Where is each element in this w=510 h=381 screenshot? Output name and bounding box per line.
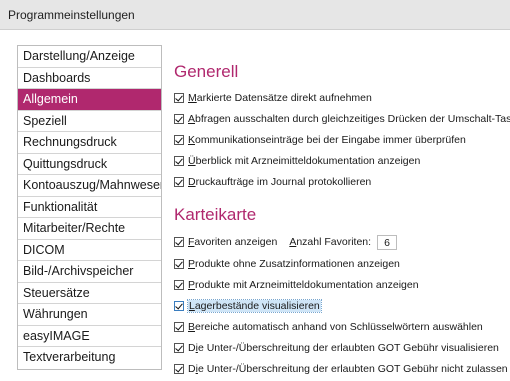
- sidebar-item-speziell[interactable]: Speziell: [18, 111, 161, 132]
- option-label: Kommunikationseinträge bei der Eingabe i…: [188, 134, 466, 146]
- checkbox-checked[interactable]: [174, 322, 184, 332]
- sidebar-item-darstellung-anzeige[interactable]: Darstellung/Anzeige: [18, 46, 161, 68]
- option-label: Bereiche automatisch anhand von Schlüsse…: [188, 321, 483, 333]
- option-label: Favoriten anzeigen: [188, 236, 278, 248]
- sidebar-item-steuersaetze[interactable]: Steuersätze: [18, 283, 161, 304]
- option-favoriten-anzeigen[interactable]: Favoriten anzeigen Anzahl Favoriten: 6: [174, 234, 398, 250]
- option-label: Produkte mit Arzneimitteldokumentation a…: [188, 279, 419, 291]
- option-label: Markierte Datensätze direkt aufnehmen: [188, 92, 372, 104]
- checkbox-checked[interactable]: [174, 114, 184, 124]
- option-label: Druckaufträge im Journal protokollieren: [188, 176, 372, 188]
- option-label: Überblick mit Arzneimitteldokumentation …: [188, 155, 421, 167]
- window-title: Programmeinstellungen: [8, 8, 135, 22]
- sidebar-item-dicom[interactable]: DICOM: [18, 240, 161, 261]
- option-lagerbestaende-visualisieren[interactable]: Lagerbestände visualisieren: [174, 298, 322, 314]
- checkbox-checked[interactable]: [174, 237, 184, 247]
- settings-panel: Generell Markierte Datensätze direkt auf…: [162, 45, 510, 381]
- checkbox-checked[interactable]: [174, 135, 184, 145]
- settings-category-list: Darstellung/Anzeige Dashboards Allgemein…: [17, 45, 162, 370]
- option-produkte-ohne-zusatzinfo[interactable]: Produkte ohne Zusatzinformationen anzeig…: [174, 256, 400, 272]
- section-title-karteikarte: Karteikarte: [174, 205, 257, 224]
- option-ueberblick-arzneimittel[interactable]: Überblick mit Arzneimitteldokumentation …: [174, 153, 420, 169]
- option-kommunikationseintraege[interactable]: Kommunikationseinträge bei der Eingabe i…: [174, 132, 466, 148]
- option-got-nicht-zulassen[interactable]: Die Unter-/Überschreitung der erlaubten …: [174, 361, 508, 377]
- option-label: Lagerbestände visualisieren: [187, 299, 322, 313]
- sidebar-item-kontoauszug-mahnwesen[interactable]: Kontoauszug/Mahnwesen: [18, 175, 161, 197]
- option-markierte-datensaetze[interactable]: Markierte Datensätze direkt aufnehmen: [174, 90, 372, 106]
- checkbox-checked[interactable]: [174, 343, 184, 353]
- option-label: Die Unter-/Überschreitung der erlaubten …: [188, 342, 499, 354]
- checkbox-checked[interactable]: [174, 259, 184, 269]
- option-produkte-mit-arzneimittel[interactable]: Produkte mit Arzneimitteldokumentation a…: [174, 277, 419, 293]
- option-bereiche-automatisch[interactable]: Bereiche automatisch anhand von Schlüsse…: [174, 319, 483, 335]
- anzahl-favoriten-input[interactable]: 6: [377, 234, 398, 250]
- anzahl-favoriten-label: Anzahl Favoriten:: [289, 236, 372, 248]
- checkbox-checked[interactable]: [174, 177, 184, 187]
- checkbox-checked[interactable]: [174, 156, 184, 166]
- sidebar-item-dashboards[interactable]: Dashboards: [18, 68, 161, 89]
- checkbox-checked[interactable]: [174, 364, 184, 374]
- option-druckauftraege-journal[interactable]: Druckaufträge im Journal protokollieren: [174, 174, 371, 190]
- option-got-visualisieren[interactable]: Die Unter-/Überschreitung der erlaubten …: [174, 340, 499, 356]
- sidebar-item-funktionalitaet[interactable]: Funktionalität: [18, 197, 161, 218]
- sidebar-item-bild-archivspeicher[interactable]: Bild-/Archivspeicher: [18, 261, 161, 283]
- checkbox-checked[interactable]: [174, 93, 184, 103]
- checkbox-checked[interactable]: [174, 301, 184, 311]
- option-label: Die Unter-/Überschreitung der erlaubten …: [188, 363, 508, 375]
- sidebar-item-easyimage[interactable]: easyIMAGE: [18, 326, 161, 347]
- section-title-generell: Generell: [174, 62, 239, 81]
- sidebar-item-rechnungsdruck[interactable]: Rechnungsdruck: [18, 132, 161, 154]
- sidebar-item-allgemein[interactable]: Allgemein: [18, 89, 161, 111]
- sidebar-item-waehrungen[interactable]: Währungen: [18, 304, 161, 326]
- window-titlebar: Programmeinstellungen: [0, 0, 510, 30]
- sidebar-item-quittungsdruck[interactable]: Quittungsdruck: [18, 154, 161, 175]
- checkbox-checked[interactable]: [174, 280, 184, 290]
- option-label: Produkte ohne Zusatzinformationen anzeig…: [188, 258, 400, 270]
- sidebar-item-textverarbeitung[interactable]: Textverarbeitung: [18, 347, 161, 369]
- sidebar-item-mitarbeiter-rechte[interactable]: Mitarbeiter/Rechte: [18, 218, 161, 240]
- option-abfragen-ausschalten[interactable]: Abfragen ausschalten durch gleichzeitige…: [174, 111, 510, 127]
- option-label: Abfragen ausschalten durch gleichzeitige…: [188, 113, 510, 125]
